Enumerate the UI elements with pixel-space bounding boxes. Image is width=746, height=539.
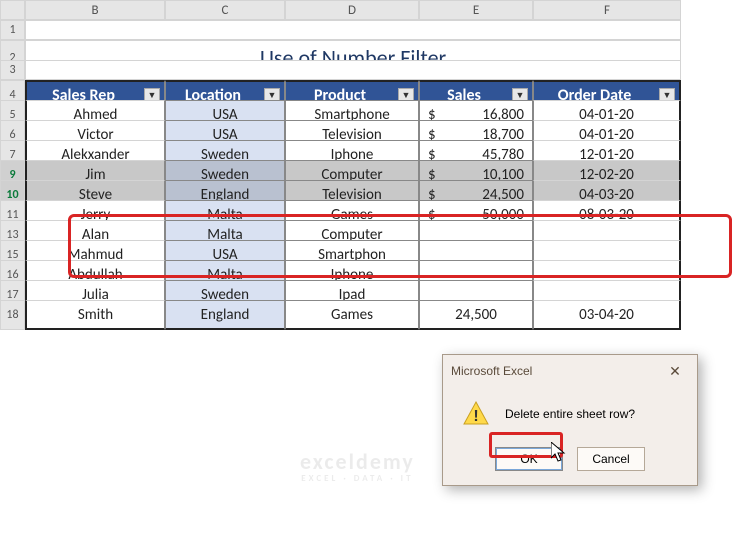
col-header-e[interactable]: E — [419, 0, 533, 20]
dialog-titlebar: Microsoft Excel ✕ — [443, 355, 697, 387]
warning-icon: ! — [461, 399, 491, 429]
col-header-b[interactable]: B — [25, 0, 165, 20]
watermark-text: exceldemy — [300, 450, 415, 474]
ok-button[interactable]: OK — [495, 447, 563, 471]
cell-sales-rep[interactable]: Smith — [25, 300, 165, 330]
dialog-body: ! Delete entire sheet row? — [443, 387, 697, 441]
row-header[interactable]: 1 — [0, 20, 25, 40]
empty-cell[interactable] — [25, 20, 681, 40]
watermark: exceldemy EXCEL · DATA · IT — [300, 450, 415, 484]
dialog-message: Delete entire sheet row? — [505, 407, 635, 421]
empty-cell[interactable] — [25, 60, 681, 80]
cell-product[interactable]: Games — [285, 300, 419, 330]
cell-order-date[interactable]: 03-04-20 — [533, 300, 681, 330]
cancel-button[interactable]: Cancel — [577, 447, 645, 471]
cell-sales[interactable]: 24,500 — [419, 300, 533, 330]
dialog-title-text: Microsoft Excel — [451, 364, 532, 378]
svg-text:!: ! — [473, 408, 478, 425]
cell-location[interactable]: England — [165, 300, 285, 330]
close-icon[interactable]: ✕ — [661, 361, 689, 381]
row-header[interactable]: 3 — [0, 60, 25, 80]
select-all-corner[interactable] — [0, 0, 25, 20]
col-header-f[interactable]: F — [533, 0, 681, 20]
col-header-d[interactable]: D — [285, 0, 419, 20]
confirm-dialog: Microsoft Excel ✕ ! Delete entire sheet … — [442, 354, 698, 486]
dialog-buttons: OK Cancel — [443, 441, 697, 485]
watermark-subtext: EXCEL · DATA · IT — [300, 474, 415, 484]
spreadsheet-grid: B C D E F 1 2 Use of Number Filter 3 4 S… — [0, 0, 746, 320]
col-header-c[interactable]: C — [165, 0, 285, 20]
row-header[interactable]: 18 — [0, 300, 25, 330]
